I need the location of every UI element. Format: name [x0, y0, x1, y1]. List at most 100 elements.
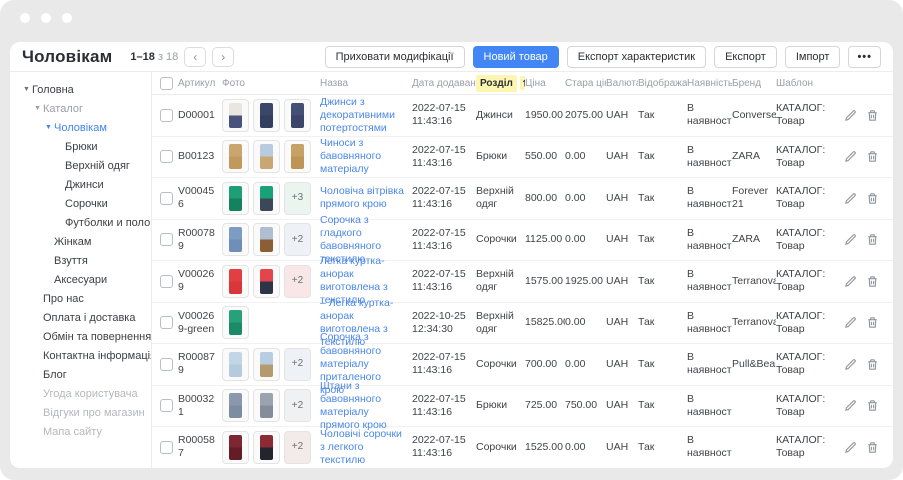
cell-currency: UAH: [606, 441, 638, 454]
edit-icon[interactable]: [844, 233, 857, 246]
hide-modifications-button[interactable]: Приховати модифікації: [325, 46, 465, 68]
more-photos-badge: +2: [284, 431, 311, 464]
cell-stock: В наявності: [687, 393, 732, 419]
sidebar-item[interactable]: ▼ Обмін та повернення: [10, 327, 151, 346]
cell-price: 1950.00: [525, 109, 565, 122]
sidebar-item[interactable]: ▼ Каталог: [10, 99, 151, 118]
row-checkbox[interactable]: [160, 150, 173, 163]
export-attributes-button[interactable]: Експорт характеристик: [567, 46, 706, 68]
edit-icon[interactable]: [844, 109, 857, 122]
window-dot-icon: [20, 13, 30, 23]
cell-price: 15825.00: [525, 316, 565, 329]
delete-icon[interactable]: [866, 275, 879, 288]
edit-icon[interactable]: [844, 358, 857, 371]
sidebar-tree: ▼ Головна ▼ Каталог ▼ Чоловікам ▼ Брюки …: [10, 72, 152, 468]
sidebar-item[interactable]: ▼ Угода користувача: [10, 384, 151, 403]
chevron-down-icon: ▼: [34, 105, 43, 112]
more-actions-button[interactable]: •••: [848, 46, 881, 68]
sidebar-item[interactable]: ▼ Відгуки про магазин: [10, 403, 151, 422]
sidebar-item-active[interactable]: ▼ Чоловікам: [10, 118, 151, 137]
product-name-link[interactable]: Штани з бавовняного матеріалу прямого кр…: [320, 380, 387, 431]
sidebar-item-label: Головна: [32, 84, 74, 96]
export-button[interactable]: Експорт: [714, 46, 777, 68]
column-header: Артикул: [178, 78, 222, 89]
sidebar-item[interactable]: ▼ Джинси: [10, 175, 151, 194]
product-name-link[interactable]: Чоловіча вітрівка прямого крою: [320, 185, 404, 210]
cell-currency: UAH: [606, 275, 638, 288]
row-checkbox[interactable]: [160, 275, 173, 288]
edit-icon[interactable]: [844, 441, 857, 454]
new-product-button[interactable]: Новий товар: [473, 46, 559, 68]
chevron-down-icon: ▼: [45, 124, 54, 131]
row-checkbox[interactable]: [160, 441, 173, 454]
edit-icon[interactable]: [844, 150, 857, 163]
cell-template: КАТАЛОГ: Товар: [776, 185, 836, 211]
row-checkbox[interactable]: [160, 399, 173, 412]
cell-brand: ZARA: [732, 233, 776, 246]
cell-photos: +2: [222, 265, 315, 298]
window-controls: [20, 13, 72, 23]
cell-date: 2022-07-15 11:43:16: [412, 102, 476, 128]
sidebar-item[interactable]: ▼ Брюки: [10, 137, 151, 156]
row-checkbox[interactable]: [160, 233, 173, 246]
cell-display: Так: [638, 441, 687, 454]
cell-stock: В наявності: [687, 144, 732, 170]
sidebar-item[interactable]: ▼ Головна: [10, 80, 151, 99]
select-all-checkbox[interactable]: [160, 77, 173, 90]
prev-page-button[interactable]: ‹: [184, 47, 206, 67]
delete-icon[interactable]: [866, 109, 879, 122]
cell-old-price: 0.00: [565, 233, 606, 246]
delete-icon[interactable]: [866, 192, 879, 205]
product-photo: [253, 99, 280, 132]
sidebar-item-label: Жінкам: [54, 236, 91, 248]
row-checkbox[interactable]: [160, 316, 173, 329]
delete-icon[interactable]: [866, 358, 879, 371]
delete-icon[interactable]: [866, 399, 879, 412]
cell-price: 700.00: [525, 358, 565, 371]
sidebar-item[interactable]: ▼ Верхній одяг: [10, 156, 151, 175]
sidebar-item[interactable]: ▼ Взуття: [10, 251, 151, 270]
product-name-link[interactable]: Джинси з декоративними потертостями: [320, 96, 395, 134]
cell-sku: R000789: [178, 227, 222, 253]
sidebar-item[interactable]: ▼ Жінкам: [10, 232, 151, 251]
product-name-link[interactable]: Чиноси з бавовняного матеріалу: [320, 137, 381, 175]
sidebar-item[interactable]: ▼ Блог: [10, 365, 151, 384]
cell-sku: R000587: [178, 434, 222, 460]
table-body: D00001 Джинси з декоративними потертостя…: [152, 95, 893, 468]
edit-icon[interactable]: [844, 275, 857, 288]
more-photos-badge: +2: [284, 389, 311, 422]
cell-photos: +2: [222, 348, 315, 381]
row-checkbox[interactable]: [160, 358, 173, 371]
sidebar-item[interactable]: ▼ Аксесуари: [10, 270, 151, 289]
cell-template: КАТАЛОГ: Товар: [776, 144, 836, 170]
sidebar-item[interactable]: ▼ Контактна інформація: [10, 346, 151, 365]
table-row: R000587 +2 Чоловічі сорочки з легкого те…: [152, 427, 893, 468]
import-button[interactable]: Імпорт: [785, 46, 841, 68]
delete-icon[interactable]: [866, 441, 879, 454]
next-page-button[interactable]: ›: [212, 47, 234, 67]
sidebar-item[interactable]: ▼ Сорочки: [10, 194, 151, 213]
sidebar-item[interactable]: ▼ Оплата і доставка: [10, 308, 151, 327]
cell-brand: Forever 21: [732, 185, 776, 211]
cell-sku: B000321: [178, 393, 222, 419]
edit-icon[interactable]: [844, 192, 857, 205]
cell-old-price: 1925.00: [565, 275, 606, 288]
product-photo: [222, 140, 249, 173]
sidebar-item[interactable]: ▼ Мапа сайту: [10, 422, 151, 441]
delete-icon[interactable]: [866, 316, 879, 329]
pagination-total: з 18: [158, 51, 178, 63]
edit-icon[interactable]: [844, 399, 857, 412]
sidebar-item-label: Каталог: [43, 103, 83, 115]
sidebar-item[interactable]: ▼ Про нас: [10, 289, 151, 308]
product-name-link[interactable]: Чоловічі сорочки з легкого текстилю: [320, 428, 402, 466]
cell-section: Брюки: [476, 150, 525, 163]
sidebar-item[interactable]: ▼ Футболки и поло: [10, 213, 151, 232]
row-checkbox[interactable]: [160, 109, 173, 122]
edit-icon[interactable]: [844, 316, 857, 329]
product-photo: [253, 389, 280, 422]
row-checkbox[interactable]: [160, 192, 173, 205]
column-header-sorted[interactable]: Розділ: [476, 75, 525, 92]
delete-icon[interactable]: [866, 150, 879, 163]
cell-photos: +2: [222, 389, 315, 422]
delete-icon[interactable]: [866, 233, 879, 246]
